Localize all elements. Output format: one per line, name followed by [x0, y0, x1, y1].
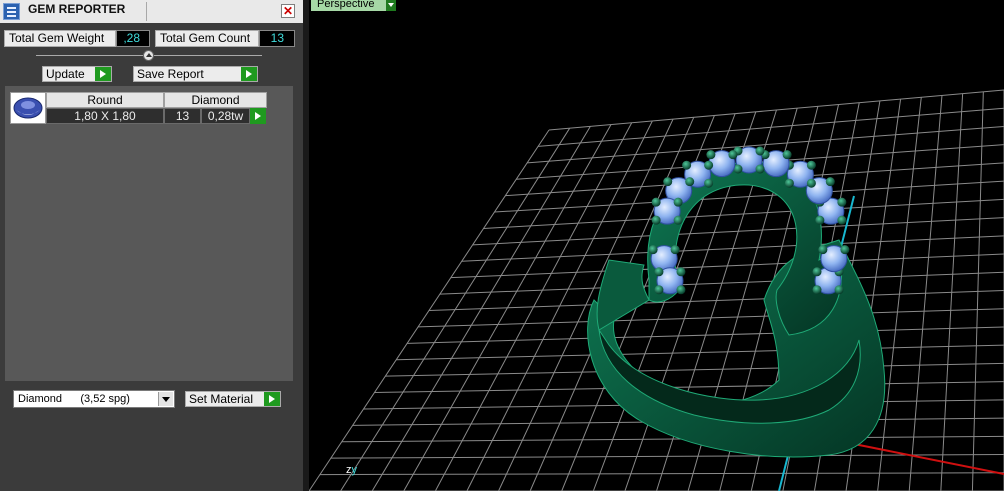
- gem-reporter-icon: [3, 3, 20, 20]
- gem-prong: [815, 215, 825, 225]
- gem-prong: [755, 164, 765, 174]
- total-gem-count-label: Total Gem Count: [155, 30, 259, 47]
- play-arrow-icon: [95, 67, 111, 81]
- axis-indicator: zy: [346, 464, 357, 476]
- gem-count-cell: 13: [164, 108, 201, 124]
- gem-prong: [825, 177, 835, 187]
- panel-titlebar: GEM REPORTER ✕: [0, 0, 303, 23]
- material-select-value: Diamond (3,52 spg): [18, 393, 130, 405]
- ring-model: [587, 146, 886, 458]
- gem-prong: [818, 245, 828, 255]
- gem-prong: [784, 178, 794, 188]
- gem-prong: [806, 160, 816, 170]
- gem-prong: [704, 178, 714, 188]
- grid-line-horizontal: [385, 362, 1004, 377]
- gem-prong: [837, 215, 847, 225]
- gem-size-cell: 1,80 X 1,80: [46, 108, 164, 124]
- view-mode-label: Perspective: [317, 0, 375, 10]
- gem-weight-cell: 0,28tw: [201, 108, 250, 124]
- update-button[interactable]: Update: [42, 66, 112, 82]
- gem-prong: [704, 160, 714, 170]
- gem-prong: [755, 146, 765, 156]
- dropdown-arrow-icon[interactable]: [158, 392, 173, 406]
- grid-line-vertical: [877, 97, 922, 491]
- save-report-button-label: Save Report: [137, 67, 204, 81]
- gem-prong: [676, 285, 686, 295]
- slider-knob-icon[interactable]: [143, 50, 154, 61]
- gem-prong: [806, 178, 816, 188]
- play-arrow-icon: [241, 67, 257, 81]
- gem-prong: [670, 245, 680, 255]
- update-button-label: Update: [46, 67, 85, 81]
- material-select[interactable]: Diamond (3,52 spg): [13, 390, 175, 408]
- gem-prong: [654, 267, 664, 277]
- gem-prong: [654, 285, 664, 295]
- gem-prong: [673, 197, 683, 207]
- gem-prong: [706, 150, 716, 160]
- column-header-shape: Round: [46, 92, 164, 108]
- gem-prong: [648, 245, 658, 255]
- gem-prong: [837, 197, 847, 207]
- set-material-button[interactable]: Set Material: [185, 391, 281, 407]
- perspective-viewport[interactable]: Perspective zy: [309, 0, 1004, 491]
- gem-reporter-panel: GEM REPORTER ✕ Total Gem Weight ,28 Tota…: [0, 0, 303, 491]
- view-mode-dropdown-arrow-icon[interactable]: [386, 0, 396, 11]
- gem-prong: [834, 285, 844, 295]
- panel-title: GEM REPORTER: [28, 2, 126, 16]
- grid-line-horizontal: [407, 326, 1004, 344]
- gem-prong: [812, 267, 822, 277]
- gem-list: [5, 86, 293, 381]
- gem-prong: [676, 267, 686, 277]
- gem-prong: [651, 215, 661, 225]
- set-material-button-label: Set Material: [189, 392, 254, 406]
- gem-prong: [673, 215, 683, 225]
- viewport-scene: [309, 89, 1004, 491]
- gem-row: [648, 146, 850, 295]
- gem-prong: [682, 160, 692, 170]
- grid-line-horizontal: [341, 435, 1004, 443]
- play-arrow-icon: [264, 392, 280, 406]
- axis-y-label: y: [351, 464, 358, 476]
- save-report-button[interactable]: Save Report: [133, 66, 258, 82]
- round-gem-icon[interactable]: [10, 92, 46, 124]
- view-mode-tab[interactable]: Perspective: [311, 0, 396, 11]
- total-gem-weight-value: ,28: [116, 30, 150, 47]
- total-gem-count-value: 13: [259, 30, 295, 47]
- grid-line-horizontal: [396, 344, 1004, 361]
- grid-line-horizontal: [418, 308, 1004, 328]
- gem-prong: [782, 150, 792, 160]
- grid-line-horizontal: [374, 381, 1004, 394]
- total-gem-weight-label: Total Gem Weight: [4, 30, 116, 47]
- gem-row-select-button[interactable]: [250, 108, 266, 124]
- gem-prong: [840, 245, 850, 255]
- gem-prong: [651, 197, 661, 207]
- gem-prong: [728, 150, 738, 160]
- close-icon[interactable]: ✕: [281, 4, 295, 18]
- gem-prong: [685, 177, 695, 187]
- column-header-gem-type: Diamond: [164, 92, 267, 108]
- titlebar-divider: [146, 2, 147, 21]
- gem-prong: [812, 285, 822, 295]
- gem-prong: [663, 177, 673, 187]
